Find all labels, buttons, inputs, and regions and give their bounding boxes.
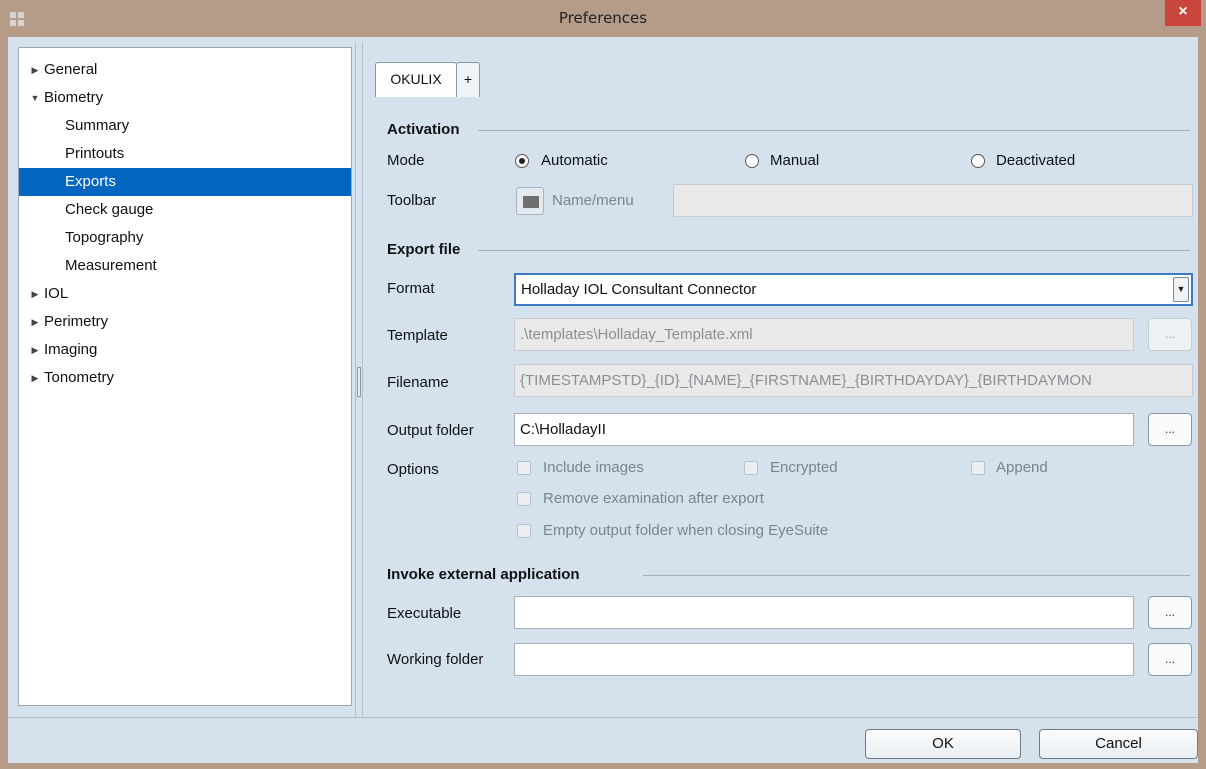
section-divider: [478, 250, 1190, 251]
tree-item-general[interactable]: ▶ General: [19, 56, 351, 84]
split-pane-divider[interactable]: [355, 42, 363, 717]
toolbar-color-button[interactable]: [516, 187, 544, 215]
tree-item-label: Tonometry: [44, 369, 115, 386]
chevron-down-icon[interactable]: ▼: [1173, 277, 1189, 302]
window-title: Preferences: [558, 9, 648, 27]
options-label: Options: [387, 461, 439, 478]
tree-item-check-gauge[interactable]: Check gauge: [19, 196, 351, 224]
format-dropdown[interactable]: Holladay IOL Consultant Connector: [514, 273, 1193, 306]
splitter-grip-icon[interactable]: [357, 367, 361, 397]
template-browse-button[interactable]: ...: [1148, 318, 1192, 351]
section-divider: [643, 575, 1190, 576]
section-title-export-file: Export file: [387, 241, 471, 258]
remove-exam-checkbox[interactable]: [517, 492, 531, 506]
expand-arrow-icon[interactable]: ▶: [29, 364, 41, 392]
template-label: Template: [387, 327, 448, 344]
tree-item-label: Topography: [65, 229, 144, 246]
encrypted-label[interactable]: Encrypted: [770, 459, 838, 476]
working-folder-label: Working folder: [387, 651, 484, 668]
append-label[interactable]: Append: [996, 459, 1048, 476]
filename-field[interactable]: {TIMESTAMPSTD}_{ID}_{NAME}_{FIRSTNAME}_{…: [514, 364, 1193, 397]
tab-okulix[interactable]: OKULIX: [375, 62, 457, 97]
tree-item-label: General: [44, 61, 98, 78]
tree-item-label: Imaging: [44, 341, 98, 358]
title-bar: Preferences ×: [0, 0, 1206, 37]
add-tab-button[interactable]: +: [456, 62, 480, 97]
working-folder-field[interactable]: [514, 643, 1134, 676]
format-label: Format: [387, 280, 435, 297]
name-menu-field[interactable]: [673, 184, 1193, 217]
section-divider: [478, 130, 1190, 131]
output-folder-browse-button[interactable]: ...: [1148, 413, 1192, 446]
close-icon[interactable]: ×: [1165, 0, 1201, 26]
tree-item-label: Summary: [65, 117, 130, 134]
executable-browse-button[interactable]: ...: [1148, 596, 1192, 629]
preferences-tree: ▶ General ▼ Biometry Summary Printouts E…: [18, 47, 352, 706]
collapse-arrow-icon[interactable]: ▼: [29, 84, 41, 112]
template-field[interactable]: .\templates\Holladay_Template.xml: [514, 318, 1134, 351]
tree-item-iol[interactable]: ▶ IOL: [19, 280, 351, 308]
expand-arrow-icon[interactable]: ▶: [29, 308, 41, 336]
radio-automatic-label[interactable]: Automatic: [541, 152, 608, 169]
tree-item-imaging[interactable]: ▶ Imaging: [19, 336, 351, 364]
include-images-label[interactable]: Include images: [543, 459, 644, 476]
filename-label: Filename: [387, 374, 449, 391]
cancel-button[interactable]: Cancel: [1039, 729, 1198, 759]
expand-arrow-icon[interactable]: ▶: [29, 280, 41, 308]
exports-settings-panel: OKULIX + Activation Mode Automatic Manua…: [363, 37, 1198, 717]
executable-field[interactable]: [514, 596, 1134, 629]
tree-item-label: Biometry: [44, 89, 104, 106]
empty-folder-checkbox[interactable]: [517, 524, 531, 538]
radio-automatic[interactable]: [515, 154, 529, 168]
ok-button[interactable]: OK: [865, 729, 1021, 759]
format-value: Holladay IOL Consultant Connector: [521, 281, 757, 298]
expand-arrow-icon[interactable]: ▶: [29, 336, 41, 364]
remove-exam-label[interactable]: Remove examination after export: [543, 490, 764, 507]
include-images-checkbox[interactable]: [517, 461, 531, 475]
tree-item-label: Exports: [65, 173, 116, 190]
radio-manual-label[interactable]: Manual: [770, 152, 819, 169]
section-title-activation: Activation: [387, 121, 470, 138]
executable-label: Executable: [387, 605, 462, 622]
preferences-window: ▶ General ▼ Biometry Summary Printouts E…: [8, 37, 1198, 763]
name-menu-label: Name/menu: [552, 192, 634, 209]
dialog-button-bar: OK Cancel: [8, 717, 1198, 763]
tree-item-label: Perimetry: [44, 313, 109, 330]
encrypted-checkbox[interactable]: [744, 461, 758, 475]
output-folder-field[interactable]: C:\HolladayII: [514, 413, 1134, 446]
tree-item-topography[interactable]: Topography: [19, 224, 351, 252]
append-checkbox[interactable]: [971, 461, 985, 475]
radio-deactivated-label[interactable]: Deactivated: [996, 152, 1075, 169]
tree-item-printouts[interactable]: Printouts: [19, 140, 351, 168]
mode-label: Mode: [387, 152, 425, 169]
tree-item-measurement[interactable]: Measurement: [19, 252, 351, 280]
expand-arrow-icon[interactable]: ▶: [29, 56, 41, 84]
tree-item-tonometry[interactable]: ▶ Tonometry: [19, 364, 351, 392]
working-folder-browse-button[interactable]: ...: [1148, 643, 1192, 676]
section-title-invoke-external: Invoke external application: [387, 566, 590, 583]
tree-item-summary[interactable]: Summary: [19, 112, 351, 140]
tree-item-exports[interactable]: Exports: [19, 168, 351, 196]
color-swatch-icon: [523, 196, 539, 208]
tree-item-biometry[interactable]: ▼ Biometry: [19, 84, 351, 112]
tree-item-label: Printouts: [65, 145, 125, 162]
output-folder-label: Output folder: [387, 422, 474, 439]
empty-folder-label[interactable]: Empty output folder when closing EyeSuit…: [543, 522, 828, 539]
tree-item-label: Check gauge: [65, 201, 154, 218]
tree-item-perimetry[interactable]: ▶ Perimetry: [19, 308, 351, 336]
tree-item-label: Measurement: [65, 257, 157, 274]
tree-item-label: IOL: [44, 285, 69, 302]
radio-manual[interactable]: [745, 154, 759, 168]
radio-deactivated[interactable]: [971, 154, 985, 168]
toolbar-label: Toolbar: [387, 192, 437, 209]
